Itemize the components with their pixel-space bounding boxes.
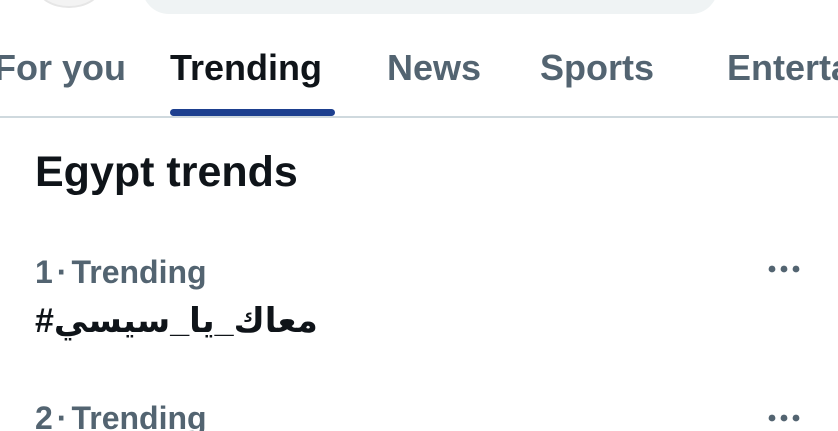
trend-separator: · [56,400,68,431]
tab-entertainment[interactable]: Entertainment [727,44,838,92]
trend-meta: 2 · Trending [35,398,207,431]
explore-tabs: For you Trending News Sports Entertainme… [0,0,838,118]
trend-rank: 2 [35,400,53,431]
tab-divider [0,116,838,118]
trend-separator: · [56,254,68,290]
more-horizontal-icon[interactable] [766,411,802,425]
trend-meta: 1 · Trending [35,252,207,292]
trend-rank: 1 [35,254,53,290]
tab-news[interactable]: News [387,44,481,92]
tab-sports[interactable]: Sports [540,44,654,92]
tab-for-you[interactable]: For you [0,44,126,92]
explore-screen: For you Trending News Sports Entertainme… [0,0,838,431]
active-tab-indicator [170,109,335,116]
trend-category: Trending [71,400,207,431]
tab-trending[interactable]: Trending [170,44,322,92]
trend-category: Trending [71,254,207,290]
more-horizontal-icon[interactable] [766,262,802,276]
section-title: Egypt trends [35,148,298,196]
trend-name[interactable]: #معاك_يا_سيسي [35,299,318,343]
